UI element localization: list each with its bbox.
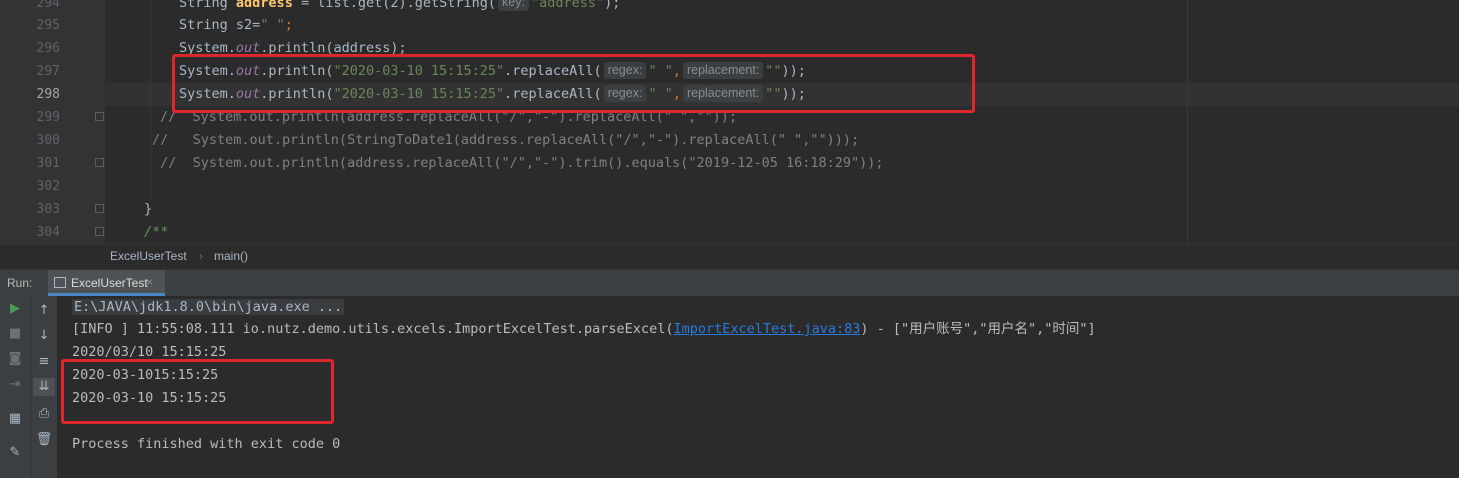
- line-number: 297: [36, 64, 60, 79]
- line-number: 300: [36, 133, 60, 148]
- code-line-300: // System.out.println(StringToDate1(addr…: [152, 132, 860, 148]
- fold-marker-icon[interactable]: [95, 112, 104, 121]
- code-line-301: // System.out.println(address.replaceAll…: [152, 155, 884, 171]
- code-line-294: String address = list.get(2).getString(k…: [179, 0, 620, 15]
- rerun-icon[interactable]: ▶: [6, 300, 24, 318]
- print-icon[interactable]: ⎙: [35, 405, 53, 423]
- line-number: 294: [36, 0, 60, 11]
- run-tab-label: ExcelUserTest: [71, 276, 148, 290]
- line-number: 296: [36, 41, 60, 56]
- fold-marker-icon[interactable]: [95, 227, 104, 236]
- line-number: 299: [36, 110, 60, 125]
- console-actions-toolbar: ↑ ↓ ≡ ⇊ ⎙ 🗑: [31, 296, 57, 478]
- breadcrumb-class[interactable]: ExcelUserTest: [110, 249, 187, 263]
- fold-marker-icon[interactable]: [95, 204, 104, 213]
- trash-icon[interactable]: 🗑: [35, 431, 53, 449]
- line-number: 298: [36, 87, 60, 102]
- close-icon[interactable]: ×: [146, 275, 153, 289]
- line-number: 304: [36, 225, 60, 240]
- line-number: 295: [36, 18, 60, 33]
- breadcrumb: ExcelUserTest › main(): [0, 244, 1459, 269]
- line-number: 302: [36, 179, 60, 194]
- code-line-295: String s2=" ";: [179, 17, 293, 33]
- console-command-line[interactable]: E:\JAVA\jdk1.8.0\bin\java.exe ...: [72, 296, 345, 319]
- console-finished-line: Process finished with exit code 0: [72, 436, 341, 452]
- breadcrumb-method[interactable]: main(): [214, 249, 248, 263]
- stop-icon[interactable]: ■: [6, 325, 24, 343]
- code-line-303: }: [144, 201, 153, 217]
- param-hint-key: key:: [498, 0, 529, 11]
- highlight-box-output: [61, 359, 334, 424]
- source-link[interactable]: ImportExcelTest.java:83: [673, 321, 860, 337]
- pin-icon[interactable]: ✎: [6, 444, 24, 462]
- camera-icon[interactable]: ◙: [6, 350, 24, 368]
- exit-icon[interactable]: ⇥: [6, 376, 24, 394]
- right-margin-guide: [1187, 0, 1188, 244]
- run-actions-toolbar: ▶ ■ ◙ ⇥ ▦ ✎: [0, 296, 31, 478]
- code-editor[interactable]: 294 295 296 297 298 299 300 301 302 303 …: [0, 0, 1459, 244]
- line-number: 301: [36, 156, 60, 171]
- scroll-to-end-icon[interactable]: ⇊: [33, 378, 55, 396]
- fold-marker-icon[interactable]: [95, 158, 104, 167]
- scroll-up-icon[interactable]: ↑: [35, 302, 53, 320]
- run-tab-excelusertest[interactable]: ExcelUserTest ×: [48, 270, 165, 296]
- soft-wrap-icon[interactable]: ≡: [35, 353, 53, 371]
- indent-guide: [150, 0, 151, 200]
- layout-icon[interactable]: ▦: [6, 410, 24, 428]
- run-label: Run:: [7, 276, 33, 290]
- breadcrumb-separator: ›: [199, 249, 203, 263]
- scroll-down-icon[interactable]: ↓: [35, 327, 53, 345]
- console-info-line: [INFO ] 11:55:08.111 io.nutz.demo.utils.…: [72, 321, 1096, 337]
- line-number: 303: [36, 202, 60, 217]
- line-number-gutter: 294 295 296 297 298 299 300 301 302 303 …: [0, 0, 91, 244]
- console-icon: [54, 277, 66, 288]
- code-line-304: /**: [144, 224, 169, 240]
- run-toolbar: Run: ExcelUserTest ×: [0, 269, 1459, 297]
- console-output[interactable]: E:\JAVA\jdk1.8.0\bin\java.exe ... [INFO …: [57, 296, 1459, 478]
- highlight-box-code: [172, 54, 975, 113]
